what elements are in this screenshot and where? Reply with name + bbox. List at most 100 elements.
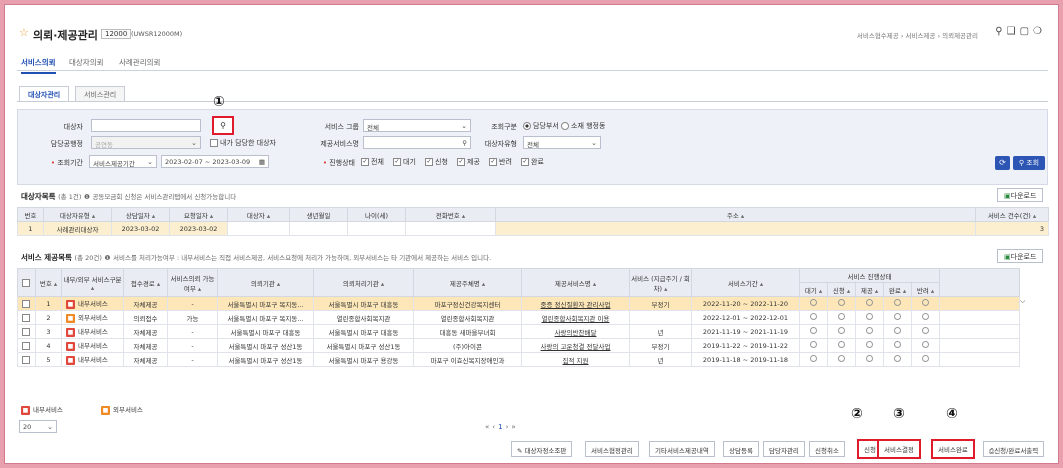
my-target-checkbox[interactable]: 내가 담당한 대상자 — [210, 138, 276, 148]
col-address[interactable]: 주소 — [495, 207, 976, 222]
progress-reject-checkbox[interactable]: ✓ 반려 — [489, 157, 512, 167]
cancel-apply-button[interactable]: 신청취소 — [809, 441, 845, 457]
status-radio[interactable] — [855, 324, 884, 339]
print-apply-button[interactable]: ⎙신청/완료서출력 — [983, 441, 1045, 457]
row-checkbox[interactable] — [17, 324, 36, 339]
progress-complete-checkbox[interactable]: ✓ 완료 — [521, 157, 544, 167]
col-status-provide[interactable]: 제공 — [855, 282, 884, 297]
row-checkbox[interactable] — [17, 310, 36, 325]
status-radio[interactable] — [910, 352, 941, 367]
status-radio[interactable] — [799, 296, 828, 311]
calendar-icon[interactable]: ▦ — [259, 158, 265, 166]
subtab-service-management[interactable]: 서비스관리 — [75, 86, 126, 102]
progress-apply-checkbox[interactable]: ✓ 신청 — [425, 157, 448, 167]
col-provider[interactable]: 제공주체명 — [413, 268, 522, 297]
row-checkbox[interactable] — [17, 338, 36, 353]
search-button[interactable]: ⚲ 조회 — [1013, 156, 1045, 170]
pin-icon[interactable]: ⚲ — [995, 26, 1006, 37]
query-type-area[interactable]: 소재 행정동 — [561, 121, 605, 131]
page-size-select[interactable]: 20 ⌄ — [19, 420, 57, 433]
table-row[interactable]: 1 ■ 내부서비스 자체제공 - 서울특별시 마포구 복지동... 서울특별시 마포구 대흥… — [17, 296, 1048, 311]
provide-service-input[interactable]: ⚲ — [363, 136, 471, 149]
target-print-button[interactable]: ✎ 대상자정소조판 — [511, 441, 573, 457]
row-checkbox[interactable] — [17, 352, 36, 367]
cell-service[interactable]: 중증 정신질환자 관리사업 — [521, 296, 630, 311]
progress-wait-checkbox[interactable]: ✓ 대기 — [393, 157, 416, 167]
status-radio[interactable] — [910, 310, 941, 325]
status-radio[interactable] — [910, 296, 941, 311]
last-page-icon[interactable]: » — [511, 423, 518, 431]
status-radio[interactable] — [827, 324, 856, 339]
col-birth[interactable]: 생년월일 — [289, 207, 348, 222]
query-type-dept[interactable]: 담당부서 — [523, 121, 559, 131]
col-request-date[interactable]: 요청일자 — [169, 207, 228, 222]
col-age[interactable]: 나이(세) — [347, 207, 406, 222]
manager-select[interactable]: 공연동 ⌄ — [91, 136, 201, 149]
status-radio[interactable] — [799, 310, 828, 325]
col-no[interactable]: 번호 — [35, 268, 62, 297]
window-icon[interactable]: ▢ — [1020, 26, 1033, 37]
subtab-target-management[interactable]: 대상자관리 — [19, 86, 70, 102]
status-radio[interactable] — [910, 338, 941, 353]
status-radio[interactable] — [855, 296, 884, 311]
col-status-wait[interactable]: 대기 — [799, 282, 828, 297]
col-consult-date[interactable]: 상담일자 — [111, 207, 170, 222]
col-route[interactable]: 접수경로 — [123, 268, 168, 297]
cell-service[interactable]: 사랑의 고운청결 전달사업 — [521, 338, 630, 353]
col-no[interactable]: 번호 — [17, 207, 44, 222]
status-radio[interactable] — [799, 352, 828, 367]
progress-all-checkbox[interactable]: ✓ 전체 — [361, 157, 384, 167]
col-possible[interactable]: 서비스의뢰 가능여부 — [167, 268, 218, 297]
status-radio[interactable] — [855, 310, 884, 325]
col-status-reject[interactable]: 반려 — [910, 282, 941, 297]
consult-register-button[interactable]: 상담등록 — [723, 441, 759, 457]
bookmark-icon[interactable]: ❑ — [1007, 26, 1020, 37]
status-radio[interactable] — [855, 352, 884, 367]
service-agreement-button[interactable]: 서비스협정관리 — [585, 441, 639, 457]
cell-service[interactable]: 열린종합사회복지관 이용 — [521, 310, 630, 325]
service-group-select[interactable]: 전체 ⌄ — [363, 119, 471, 132]
col-kind[interactable]: 내부/외부 서비스구분 — [61, 268, 124, 297]
table-row[interactable]: 1 사례관리대상자 2023-03-02 2023-03-02 3 — [17, 221, 1049, 236]
status-radio[interactable] — [799, 324, 828, 339]
table-row[interactable]: 3 ■ 내부서비스 자체제공 - 서울특별시 마포구 대흥동 서울특별시 마포구 대흥동 대흥… — [17, 324, 1048, 339]
status-radio[interactable] — [855, 338, 884, 353]
select-all-checkbox[interactable] — [17, 268, 36, 297]
cell-service[interactable]: 집적 지원 — [521, 352, 630, 367]
col-process-org[interactable]: 의뢰처리기관 — [313, 268, 414, 297]
status-radio[interactable] — [883, 310, 912, 325]
status-radio[interactable] — [883, 296, 912, 311]
service-download-button[interactable]: ▣다운로드 — [997, 249, 1044, 263]
target-input[interactable] — [91, 119, 201, 132]
status-radio[interactable] — [827, 338, 856, 353]
status-radio[interactable] — [883, 352, 912, 367]
favorite-star-icon[interactable]: ☆ — [19, 26, 29, 39]
col-target-type[interactable]: 대상자유형 — [43, 207, 112, 222]
target-search-button[interactable]: ⚲ — [212, 116, 234, 135]
status-radio[interactable] — [799, 338, 828, 353]
col-service-count[interactable]: 서비스 건수(건) — [975, 207, 1049, 222]
status-radio[interactable] — [883, 338, 912, 353]
col-status-apply[interactable]: 신청 — [827, 282, 856, 297]
progress-provide-checkbox[interactable]: ✓ 제공 — [457, 157, 480, 167]
col-cycle[interactable]: 서비스 (지급주기 / 회차) — [629, 268, 692, 297]
table-row[interactable]: 4 ■ 내부서비스 자체제공 - 서울특별시 마포구 성산1동 서울특별시 마포구 성산1동… — [17, 338, 1048, 353]
help-icon[interactable]: ❍ — [1033, 26, 1046, 37]
table-row[interactable]: 5 ■ 내부서비스 자체제공 - 서울특별시 마포구 성산1동 서울특별시 마포구 용강동 마… — [17, 352, 1048, 367]
col-target[interactable]: 대상자 — [227, 207, 290, 222]
col-status-complete[interactable]: 완료 — [883, 282, 912, 297]
period-type-select[interactable]: 서비스제공기간 ⌄ — [89, 155, 157, 168]
manager-management-button[interactable]: 담당자관리 — [763, 441, 805, 457]
col-service-name[interactable]: 제공서비스명 — [521, 268, 630, 297]
service-decision-button[interactable]: 서비스결정 — [877, 439, 921, 459]
period-range-input[interactable]: 2023-02-07 ~ 2023-03-09 ▦ — [161, 155, 269, 168]
status-radio[interactable] — [910, 324, 941, 339]
search-icon[interactable]: ⚲ — [462, 139, 467, 147]
reset-button[interactable]: ⟳ — [995, 156, 1010, 170]
status-radio[interactable] — [827, 310, 856, 325]
col-request-org[interactable]: 의뢰기관 — [217, 268, 314, 297]
cell-service[interactable]: 사랑의반찬배달 — [521, 324, 630, 339]
target-type-select[interactable]: 전체 ⌄ — [523, 136, 601, 149]
table-row[interactable]: 2 ■ 외부서비스 의뢰접수 가능 서울특별시 마포구 복지동... 열린종합사회복지관 열린… — [17, 310, 1048, 325]
status-radio[interactable] — [827, 352, 856, 367]
